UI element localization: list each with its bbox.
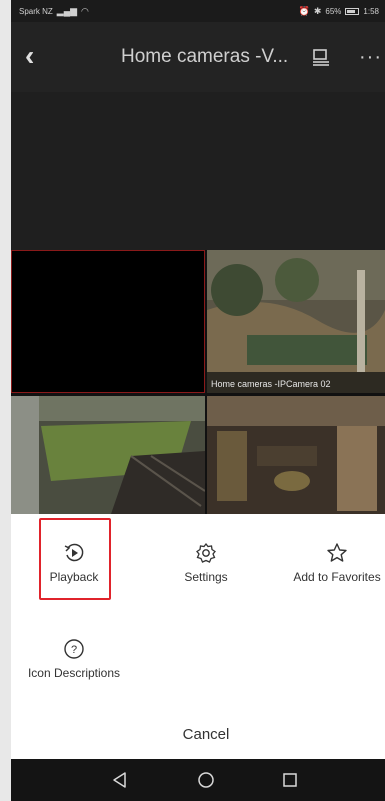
camera-2-feed — [207, 250, 385, 393]
camera-3-feed — [11, 396, 205, 514]
camera-tile-3[interactable] — [11, 396, 205, 514]
app-header: ‹ Home cameras -V... ··· — [11, 22, 385, 92]
status-right: ⏰ ✱ 65% 1:58 — [299, 6, 379, 17]
settings-button[interactable]: Settings — [171, 542, 241, 584]
more-button[interactable]: ··· — [359, 46, 382, 69]
status-left: Spark NZ ▂▄▆ ◠ — [19, 6, 89, 17]
phone-screen: Spark NZ ▂▄▆ ◠ ⏰ ✱ 65% 1:58 ‹ Home camer… — [11, 0, 385, 801]
back-button[interactable]: ‹ — [25, 42, 53, 72]
playback-icon — [64, 543, 84, 562]
signal-icon: ▂▄▆ — [56, 5, 78, 16]
wifi-icon: ◠ — [81, 5, 89, 16]
action-sheet: Playback Settings Add to Favorites ? Ico… — [11, 514, 385, 759]
cast-icon — [313, 49, 329, 66]
camera-tile-4[interactable] — [207, 396, 385, 514]
add-to-favorites-label: Add to Favorites — [293, 570, 381, 584]
cancel-button[interactable]: Cancel — [131, 726, 281, 743]
svg-text:?: ? — [71, 644, 77, 656]
cast-button[interactable] — [311, 47, 331, 67]
live-view-area — [11, 92, 385, 250]
page-title: Home cameras -V... — [121, 46, 289, 67]
star-icon — [327, 543, 347, 562]
playback-label: Playback — [49, 570, 99, 584]
carrier-label: Spark NZ — [19, 6, 53, 16]
icon-descriptions-button[interactable]: ? Icon Descriptions — [11, 638, 137, 680]
add-to-favorites-button[interactable]: Add to Favorites — [287, 542, 385, 584]
camera-4-feed — [207, 396, 385, 514]
icon-descriptions-label: Icon Descriptions — [27, 666, 121, 680]
camera-grid: Home cameras -IPCamera 02 — [11, 250, 385, 514]
alarm-icon: ⏰ — [298, 5, 310, 16]
battery-icon — [345, 7, 360, 15]
status-bar: Spark NZ ▂▄▆ ◠ ⏰ ✱ 65% 1:58 — [11, 0, 385, 22]
nav-home-icon[interactable] — [197, 771, 215, 789]
camera-tile-1[interactable] — [11, 250, 205, 393]
clock: 1:58 — [363, 6, 379, 16]
battery-percent: 65% — [325, 6, 342, 16]
back-icon: ‹ — [25, 40, 35, 71]
camera-2-label: Home cameras -IPCamera 02 — [211, 379, 331, 389]
settings-icon — [196, 542, 216, 563]
camera-tile-2[interactable]: Home cameras -IPCamera 02 — [207, 250, 385, 393]
playback-button[interactable]: Playback — [39, 542, 109, 584]
more-icon: ··· — [359, 46, 382, 68]
bluetooth-icon: ✱ — [313, 5, 322, 16]
settings-label: Settings — [184, 570, 228, 584]
help-icon: ? — [64, 639, 84, 659]
nav-recent-icon[interactable] — [281, 771, 299, 789]
android-nav-bar — [11, 759, 385, 801]
nav-back-icon[interactable] — [111, 771, 129, 789]
